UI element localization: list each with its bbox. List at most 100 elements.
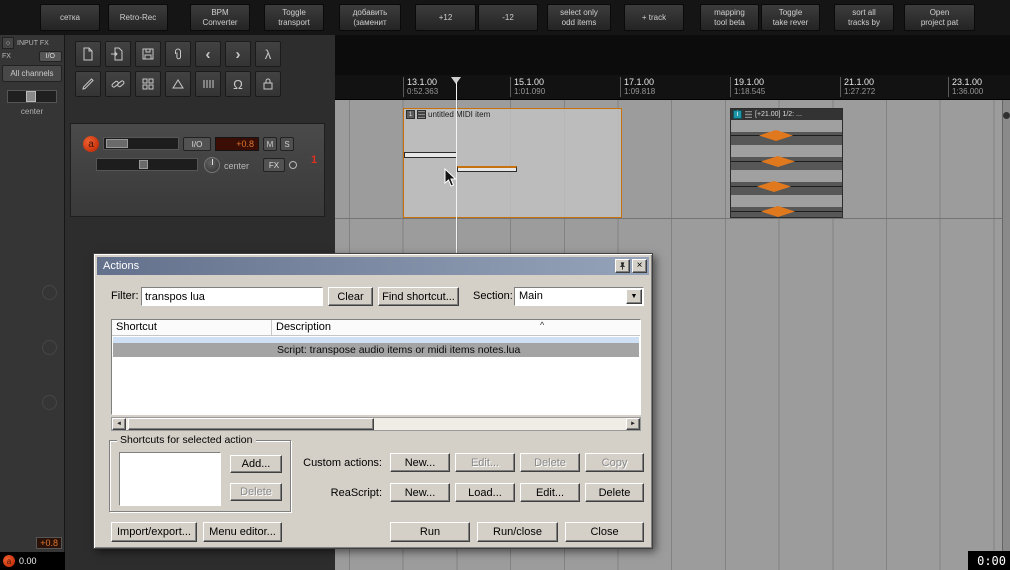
reascript-delete-button[interactable]: Delete — [585, 483, 644, 502]
toolbar-button-minus-12[interactable]: -12 — [478, 4, 538, 31]
stretch-marker-icon[interactable] — [757, 181, 791, 192]
omega-icon[interactable]: Ω — [225, 71, 251, 97]
open-project-icon[interactable] — [105, 41, 131, 67]
main-toolbar-icons: ‹ › λ Ω — [75, 41, 300, 99]
stretch-marker-icon[interactable] — [761, 156, 795, 167]
master-pan-handle[interactable] — [26, 91, 36, 102]
filter-input[interactable] — [141, 287, 323, 306]
track-lane-separator — [335, 218, 1010, 219]
column-header-description[interactable]: Description — [272, 320, 335, 335]
toolbar-button-plus-12[interactable]: +12 — [415, 4, 476, 31]
timeline-ruler[interactable]: 13.1.00 0:52.363 15.1.00 1:01.090 17.1.00 1… — [335, 75, 1010, 100]
mute-button[interactable]: M — [263, 137, 277, 151]
midi-item-header[interactable]: 1 untitled MIDI item — [404, 109, 621, 120]
piano-roll-icon[interactable] — [417, 110, 426, 119]
chevron-down-icon[interactable]: ▼ — [626, 289, 642, 304]
custom-edit-button[interactable]: Edit... — [455, 453, 515, 472]
custom-new-button[interactable]: New... — [390, 453, 450, 472]
toolbar-button-add-replace[interactable]: добавить (заменит — [339, 4, 401, 31]
column-header-shortcut[interactable]: Shortcut — [112, 320, 272, 335]
nav-forward-icon[interactable]: › — [225, 41, 251, 67]
shortcuts-list[interactable] — [119, 452, 221, 506]
attach-icon[interactable] — [165, 41, 191, 67]
close-icon[interactable]: × — [632, 259, 647, 273]
toolbar-button-grid[interactable]: сетка — [40, 4, 100, 31]
stretch-marker-icon[interactable] — [759, 130, 793, 141]
add-shortcut-button[interactable]: Add... — [230, 455, 282, 473]
pan-fader-handle[interactable] — [139, 160, 148, 169]
find-shortcut-button[interactable]: Find shortcut... — [378, 287, 459, 306]
toolbar-button-add-track[interactable]: + track — [624, 4, 684, 31]
horizontal-scrollbar[interactable]: ◄ ► — [111, 417, 641, 431]
toolbar-button-toggle-take[interactable]: Toggle take rever — [761, 4, 820, 31]
item-lock-badge[interactable]: 1 — [406, 110, 415, 119]
stretch-marker-item[interactable]: i [+21.00] 1/2: ... — [730, 108, 843, 218]
vertical-scrollbar[interactable] — [1002, 100, 1010, 570]
pan-knob[interactable] — [204, 157, 220, 173]
run-close-button[interactable]: Run/close — [477, 522, 558, 542]
pencil-icon[interactable] — [75, 71, 101, 97]
menu-editor-button[interactable]: Menu editor... — [203, 522, 282, 542]
dialog-titlebar[interactable]: Actions — [97, 257, 649, 275]
grid-icon[interactable] — [135, 71, 161, 97]
delete-shortcut-button[interactable]: Delete — [230, 483, 282, 501]
actions-table[interactable]: Shortcut Description ^ Script: transpose… — [111, 319, 641, 415]
all-channels-button[interactable]: All channels — [2, 65, 62, 82]
master-record-icon[interactable]: a — [3, 555, 15, 567]
clear-button[interactable]: Clear — [328, 287, 373, 306]
scrollbar-thumb[interactable] — [128, 418, 374, 430]
custom-delete-button[interactable]: Delete — [520, 453, 580, 472]
midi-note[interactable] — [457, 166, 517, 172]
custom-copy-button[interactable]: Copy — [585, 453, 644, 472]
lambda-icon[interactable]: λ — [255, 41, 281, 67]
master-pan-label: center — [20, 107, 44, 116]
record-arm-button[interactable]: a — [83, 136, 99, 152]
toolbar-button-sort-tracks[interactable]: sort all tracks by — [834, 4, 894, 31]
new-project-icon[interactable] — [75, 41, 101, 67]
volume-fader-handle[interactable] — [106, 139, 128, 148]
toolbar-button-select-odd[interactable]: select only odd items — [547, 4, 611, 31]
toolbar-button-bpm-converter[interactable]: BPM Converter — [190, 4, 250, 31]
link-icon[interactable] — [105, 71, 131, 97]
run-button[interactable]: Run — [390, 522, 470, 542]
save-project-icon[interactable] — [135, 41, 161, 67]
toolbar-button-open-project[interactable]: Open project pat — [904, 4, 975, 31]
fx-label[interactable]: FX — [2, 53, 11, 60]
stretch-item-header[interactable]: i [+21.00] 1/2: ... — [731, 109, 842, 120]
toolbar-button-mapping-tool[interactable]: mapping tool beta — [700, 4, 759, 31]
solo-button[interactable]: S — [280, 137, 294, 151]
volume-fader[interactable] — [103, 137, 179, 150]
actions-table-header[interactable]: Shortcut Description — [112, 320, 640, 336]
pin-icon[interactable] — [615, 259, 630, 273]
item-info-icon[interactable]: i — [733, 110, 742, 119]
master-io-button[interactable]: I/O — [38, 51, 62, 62]
routing-button[interactable]: I/O — [183, 137, 211, 151]
midi-note[interactable] — [404, 152, 457, 158]
stretch-marker-icon[interactable] — [761, 206, 795, 217]
reascript-load-button[interactable]: Load... — [455, 483, 515, 502]
scroll-left-icon[interactable]: ◄ — [112, 418, 126, 430]
midi-item[interactable]: 1 untitled MIDI item — [403, 108, 622, 218]
custom-actions-label: Custom actions: — [303, 457, 382, 469]
grouping-icon[interactable] — [195, 71, 221, 97]
table-row-selected[interactable]: Script: transpose audio items or midi it… — [113, 343, 639, 357]
fx-button[interactable]: FX — [263, 158, 285, 172]
import-export-button[interactable]: Import/export... — [111, 522, 197, 542]
nav-back-icon[interactable]: ‹ — [195, 41, 221, 67]
reascript-edit-button[interactable]: Edit... — [520, 483, 580, 502]
vertical-scrollbar-knob[interactable] — [1003, 112, 1010, 119]
envelope-icon[interactable] — [165, 71, 191, 97]
reascript-new-button[interactable]: New... — [390, 483, 450, 502]
section-dropdown[interactable]: Main ▼ — [514, 287, 644, 306]
close-button[interactable]: Close — [565, 522, 644, 542]
fx-bypass-icon[interactable] — [289, 161, 297, 169]
input-fx-power-icon[interactable]: ○ — [2, 37, 14, 49]
master-pan-fader[interactable] — [7, 90, 57, 103]
toolbar-button-retro-rec[interactable]: Retro-Rec — [108, 4, 168, 31]
lock-icon[interactable] — [255, 71, 281, 97]
item-properties-icon[interactable] — [744, 110, 753, 119]
scroll-right-icon[interactable]: ► — [626, 418, 640, 430]
pan-fader[interactable] — [96, 158, 198, 171]
toolbar-button-toggle-transport[interactable]: Toggle transport — [264, 4, 324, 31]
transport-time-display: 0:00 — [968, 551, 1010, 570]
